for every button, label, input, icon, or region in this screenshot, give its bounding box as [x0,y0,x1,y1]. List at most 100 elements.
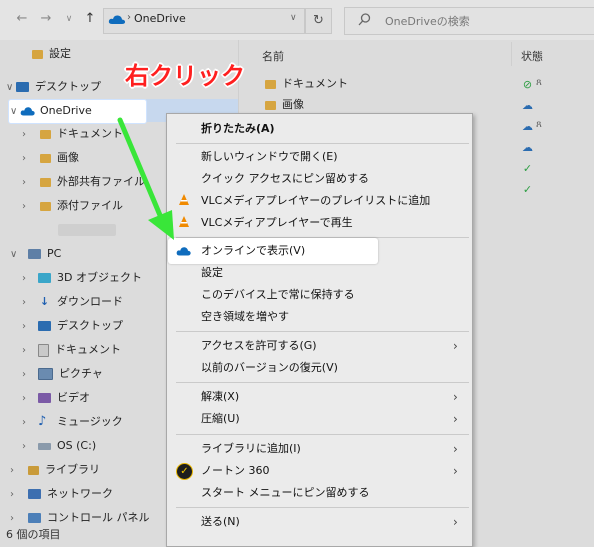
breadcrumb-chevron-icon: › [127,12,131,23]
nav-item-desktop[interactable]: › デスクトップ [22,315,123,337]
chevron-right-icon[interactable]: › [22,316,32,338]
list-item-name: ドキュメント [282,77,348,90]
chevron-right-icon[interactable]: › [22,388,32,410]
menu-item-give-access[interactable]: アクセスを許可する(G) [201,335,317,357]
menu-separator [176,434,469,435]
menu-item-free-space[interactable]: 空き領域を増やす [201,306,289,328]
nav-item-onedrive-label[interactable]: ∨ OneDrive [10,100,92,122]
chevron-right-icon[interactable]: › [10,460,20,482]
nav-item-network[interactable]: › ネットワーク [10,483,113,505]
nav-item-od-attachments[interactable]: › 添付ファイル [22,195,123,217]
chevron-right-icon[interactable]: › [22,124,32,146]
column-header-status[interactable]: 状態 [521,48,543,64]
chevron-down-icon[interactable]: ∨ [6,77,16,99]
menu-item-compress[interactable]: 圧縮(U) [201,408,240,430]
chevron-right-icon[interactable]: › [22,436,32,458]
menu-item-always-keep[interactable]: このデバイス上で常に保持する [201,284,355,306]
onedrive-cloud-icon [20,107,35,116]
chevron-right-icon[interactable]: › [22,268,32,290]
menu-item-view-online-label[interactable]: オンラインで表示(V) [201,240,305,262]
nav-item-3d-objects[interactable]: › 3D オブジェクト [22,267,142,289]
nav-label: OneDrive [40,104,92,117]
chevron-right-icon[interactable]: › [22,364,32,386]
menu-item-send-to[interactable]: 送る(N) [201,511,240,533]
chevron-right-icon[interactable]: › [10,484,20,506]
menu-item-pin-quick-access[interactable]: クイック アクセスにピン留めする [201,168,369,190]
chevron-down-icon[interactable]: ∨ [10,101,20,123]
menu-item-pin-start[interactable]: スタート メニューにピン留めする [201,482,370,504]
chevron-right-icon[interactable]: › [22,340,32,362]
nav-item-libraries[interactable]: › ライブラリ [10,459,100,481]
folder-icon [40,129,51,139]
chevron-down-icon[interactable]: ∨ [61,10,77,28]
nav-label: ライブラリ [45,463,100,476]
folder-icon [265,100,276,110]
chevron-down-icon[interactable]: ∨ [10,244,20,266]
chevron-right-icon[interactable]: › [22,196,32,218]
cloud-outline-icon: ☁ [522,99,533,112]
nav-label: 3D オブジェクト [57,271,142,284]
submenu-chevron-icon: › [453,464,458,478]
synced-check-icon: ✓ [522,162,533,175]
nav-label: ダウンロード [57,295,123,308]
nav-item-downloads[interactable]: › ↓ ダウンロード [22,291,123,313]
breadcrumb-location[interactable]: OneDrive [134,12,186,25]
search-icon [358,13,371,26]
nav-label: 画像 [57,151,79,164]
menu-item-restore-versions[interactable]: 以前のバージョンの復元(V) [201,357,338,379]
menu-item-vlc-add-playlist[interactable]: VLCメディアプレイヤーのプレイリストに追加 [201,190,430,212]
nav-item-documents[interactable]: › ドキュメント [22,339,121,361]
chevron-right-icon[interactable]: › [22,148,32,170]
pc-icon [28,249,41,259]
nav-item-desktop-root[interactable]: ∨ デスクトップ [6,76,101,98]
folder-icon [40,177,51,187]
nav-item-od-pictures[interactable]: › 画像 [22,147,79,169]
submenu-chevron-icon: › [453,442,458,456]
menu-separator [176,331,469,332]
submenu-chevron-icon: › [453,339,458,353]
arrow-up-icon[interactable]: ↑ [82,10,98,28]
nav-label: OS (C:) [57,439,97,452]
nav-label: コントロール パネル [47,511,150,524]
chevron-right-icon[interactable]: › [22,292,32,314]
network-icon [28,489,41,499]
nav-item-od-documents[interactable]: › ドキュメント [22,123,123,145]
menu-item-collapse[interactable]: 折りたたみ(A) [201,118,275,140]
submenu-chevron-icon: › [453,412,458,426]
nav-label: デスクトップ [35,80,101,93]
nav-item-pc[interactable]: ∨ PC [10,243,61,265]
menu-item-open-new-window[interactable]: 新しいウィンドウで開く(E) [201,146,338,168]
menu-item-extract[interactable]: 解凍(X) [201,386,239,408]
synced-check-icon: ✓ [522,183,533,196]
shared-person-icon: ጸ [536,119,542,130]
menu-item-vlc-play[interactable]: VLCメディアプレイヤーで再生 [201,212,353,234]
menu-item-settings[interactable]: 設定 [201,262,223,284]
nav-item-os-c[interactable]: › OS (C:) [22,435,96,457]
arrow-left-icon[interactable]: ← [14,10,30,28]
refresh-button[interactable]: ↻ [305,8,332,34]
nav-item-settings[interactable]: 設定 [32,43,71,65]
submenu-chevron-icon: › [453,390,458,404]
folder-icon [32,49,43,59]
onedrive-cloud-icon [108,15,126,24]
shared-person-icon: ጸ [536,77,542,88]
menu-item-norton[interactable]: ノートン 360 [201,460,270,482]
nav-item-pictures[interactable]: › ピクチャ [22,363,103,385]
onedrive-cloud-icon [176,247,191,256]
menu-separator [176,382,469,383]
menu-item-add-library[interactable]: ライブラリに追加(I) [201,438,301,460]
nav-item-videos[interactable]: › ビデオ [22,387,90,409]
chevron-down-icon[interactable]: ∨ [290,13,297,23]
list-item[interactable]: ドキュメント [265,73,348,95]
arrow-right-icon[interactable]: → [38,10,54,28]
column-header-name[interactable]: 名前 [262,48,284,64]
chevron-right-icon[interactable]: › [22,172,32,194]
nav-label: ネットワーク [47,487,113,500]
nav-item-music[interactable]: › ♪ ミュージック [22,411,123,433]
nav-label: 設定 [49,47,71,60]
blurred-item [58,224,116,236]
search-placeholder: OneDriveの検索 [385,15,470,28]
chevron-right-icon[interactable]: › [22,412,32,434]
desktop-icon [16,82,29,92]
library-icon [28,465,39,475]
